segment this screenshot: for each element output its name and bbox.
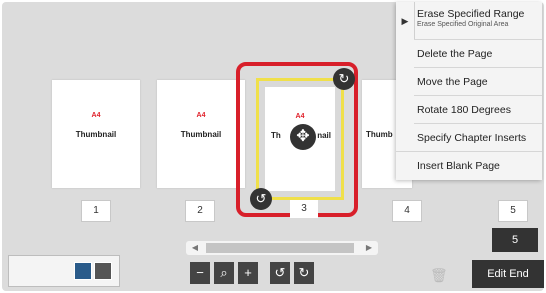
move-icon[interactable]: ✥ bbox=[290, 124, 316, 150]
rotate-right-icon[interactable]: ↻ bbox=[294, 262, 314, 284]
trash-icon[interactable]: 🗑 bbox=[430, 266, 448, 284]
page-thumbnail-2[interactable]: A4 Thumbnail bbox=[157, 80, 245, 188]
page-number-3: 3 bbox=[290, 200, 318, 218]
page-size-label: A4 bbox=[196, 112, 206, 119]
page-thumbnail-label: Thumbnail bbox=[180, 130, 222, 139]
menu-item-label: Rotate 180 Degrees bbox=[417, 104, 511, 116]
page-number-1: 1 bbox=[81, 200, 111, 222]
page-thumbnail-label-right: nail bbox=[317, 131, 331, 140]
document-icon[interactable] bbox=[94, 262, 112, 280]
menu-item-erase-specified-range[interactable]: Erase Specified Range Erase Specified Or… bbox=[414, 4, 542, 40]
page-number-4: 4 bbox=[392, 200, 422, 222]
rotate-left-icon[interactable]: ↺ bbox=[270, 262, 290, 284]
zoom-out-icon[interactable]: − bbox=[190, 262, 210, 284]
rotate-icon[interactable]: ↻ bbox=[333, 68, 355, 90]
page-number-2: 2 bbox=[185, 200, 215, 222]
edit-end-button[interactable]: Edit End bbox=[472, 260, 544, 288]
scrollbar-thumb[interactable] bbox=[206, 243, 354, 253]
menu-item-label: Move the Page bbox=[417, 76, 488, 88]
page-size-label: A4 bbox=[295, 113, 305, 120]
collapse-menu-icon[interactable]: ▶︎ bbox=[396, 2, 415, 40]
menu-item-specify-chapter-inserts[interactable]: Specify Chapter Inserts bbox=[396, 124, 542, 152]
page-count-button[interactable]: 5 bbox=[492, 228, 538, 252]
menu-item-label: Delete the Page bbox=[417, 48, 493, 60]
page-number-5: 5 bbox=[498, 200, 528, 222]
scroll-right-icon[interactable]: ▶ bbox=[362, 241, 376, 255]
page-size-label: A4 bbox=[91, 112, 101, 119]
rotate-icon[interactable]: ↺ bbox=[250, 188, 272, 210]
page-thumbnail-label: Thumbnail bbox=[75, 130, 117, 139]
page-thumbnail-label-left: Th bbox=[271, 131, 281, 140]
scroll-left-icon[interactable]: ◀ bbox=[188, 241, 202, 255]
magnifier-icon[interactable]: ⌕ bbox=[214, 262, 234, 284]
menu-item-insert-blank-page[interactable]: Insert Blank Page bbox=[414, 152, 542, 180]
page-action-menu: ▶︎ Erase Specified Range Erase Specified… bbox=[396, 2, 542, 180]
page-thumbnail-1[interactable]: A4 Thumbnail bbox=[52, 80, 140, 188]
menu-item-label: Erase Specified Range bbox=[417, 8, 525, 20]
preview-page-icon[interactable] bbox=[74, 262, 92, 280]
menu-item-rotate-180[interactable]: Rotate 180 Degrees bbox=[414, 96, 542, 124]
menu-item-move-page[interactable]: Move the Page bbox=[414, 68, 542, 96]
menu-item-delete-page[interactable]: Delete the Page bbox=[414, 40, 542, 68]
menu-item-sublabel: Erase Specified Original Area bbox=[417, 21, 509, 28]
menu-item-label: Insert Blank Page bbox=[417, 160, 500, 172]
zoom-in-icon[interactable]: + bbox=[238, 262, 258, 284]
menu-item-label: Specify Chapter Inserts bbox=[417, 132, 527, 144]
